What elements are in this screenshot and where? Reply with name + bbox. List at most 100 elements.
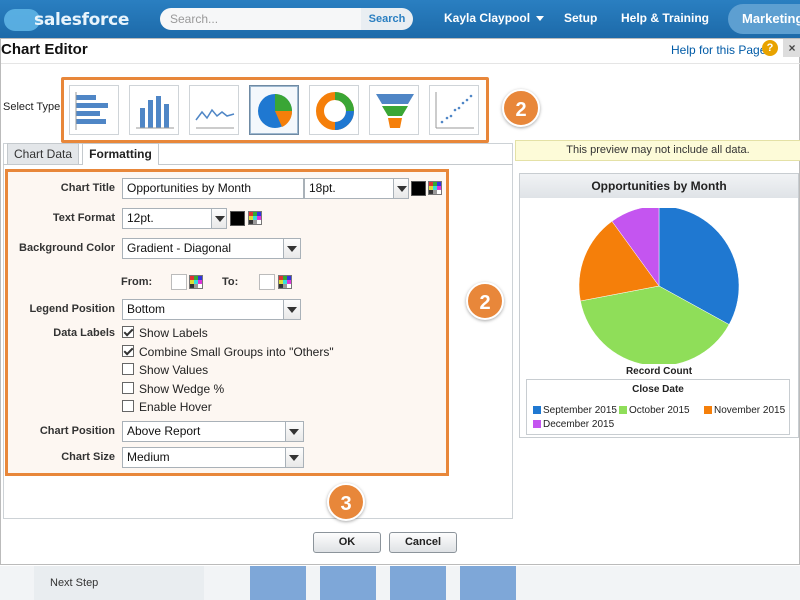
- show-values-checkbox[interactable]: [122, 363, 134, 375]
- text-color-swatch[interactable]: [230, 211, 245, 226]
- search-button[interactable]: Search: [361, 8, 413, 30]
- donut-chart-icon: [316, 92, 354, 130]
- top-header-bar: salesforce Search... Search Kayla Claypo…: [0, 0, 800, 38]
- chart-type-horizontal-bar[interactable]: [69, 85, 119, 135]
- color-picker-icon[interactable]: [248, 211, 262, 225]
- chart-title-input[interactable]: Opportunities by Month: [122, 178, 304, 199]
- chart-title-label: Chart Title: [60, 182, 115, 194]
- step-callout-format: 2: [466, 282, 504, 320]
- show-values-label: Show Values: [139, 363, 209, 377]
- scatter-chart-icon: [435, 92, 474, 129]
- legend-position-select[interactable]: Bottom: [122, 299, 284, 320]
- enable-hover-label: Enable Hover: [139, 400, 212, 414]
- line-chart-icon: [195, 108, 235, 129]
- background-color-dropdown[interactable]: [283, 238, 301, 259]
- chart-type-vertical-bar[interactable]: [129, 85, 179, 135]
- show-labels-checkbox[interactable]: [122, 326, 134, 338]
- combine-small-groups-checkbox[interactable]: [122, 345, 134, 357]
- background-color-label: Background Color: [19, 242, 115, 254]
- legend-item: November 2015: [704, 405, 785, 416]
- measure-label: Record Count: [625, 366, 693, 377]
- chart-type-line[interactable]: [189, 85, 239, 135]
- user-name: Kayla Claypool: [444, 11, 531, 25]
- logo-text: salesforce: [34, 10, 130, 30]
- setup-link[interactable]: Setup: [564, 11, 597, 25]
- text-format-select[interactable]: 12pt.: [122, 208, 212, 229]
- title-color-swatch[interactable]: [411, 181, 426, 196]
- legend-item: December 2015: [533, 419, 614, 430]
- background-chart-bar: [460, 566, 516, 600]
- chart-type-pie[interactable]: [249, 85, 299, 135]
- chart-legend: Close Date September 2015 October 2015 Nov…: [526, 379, 790, 435]
- background-chart-bar: [250, 566, 306, 600]
- legend-swatch: [704, 406, 712, 415]
- divider: [1, 63, 800, 64]
- legend-item: October 2015: [619, 405, 690, 416]
- color-picker-icon[interactable]: [278, 275, 292, 289]
- chart-position-select[interactable]: Above Report: [122, 421, 286, 442]
- background-color-select[interactable]: Gradient - Diagonal: [122, 238, 284, 259]
- help-icon[interactable]: ?: [762, 40, 778, 56]
- legend-label: October 2015: [629, 405, 690, 416]
- preview-chart-title: Opportunities by Month: [520, 174, 798, 198]
- show-wedge-percent-checkbox[interactable]: [122, 382, 134, 394]
- chart-title-size-select[interactable]: 18pt.: [304, 178, 394, 199]
- show-labels-label: Show Labels: [139, 326, 208, 340]
- tab-formatting[interactable]: Formatting: [82, 143, 159, 165]
- from-color-swatch[interactable]: [171, 274, 187, 290]
- chart-size-label: Chart Size: [61, 451, 115, 463]
- horizontal-bar-chart-icon: [75, 92, 108, 130]
- search-input[interactable]: Search...: [160, 8, 362, 30]
- chart-position-label: Chart Position: [39, 425, 115, 437]
- chart-title-size-dropdown[interactable]: [393, 178, 409, 199]
- step-callout-type: 2: [502, 89, 540, 127]
- background-chart-bar: [390, 566, 446, 600]
- help-for-this-page-link[interactable]: Help for this Page: [671, 43, 766, 57]
- legend-label: November 2015: [714, 405, 786, 416]
- chart-position-dropdown[interactable]: [285, 421, 304, 442]
- ok-button[interactable]: OK: [313, 532, 381, 553]
- legend-position-dropdown[interactable]: [283, 299, 301, 320]
- background-chart-bar: [320, 566, 376, 600]
- tab-divider: [3, 164, 513, 165]
- chart-size-select[interactable]: Medium: [122, 447, 286, 468]
- legend-position-label: Legend Position: [29, 303, 115, 315]
- legend-label: September 2015: [543, 405, 617, 416]
- pie-chart-icon: [258, 94, 293, 128]
- from-label: From:: [121, 276, 153, 288]
- text-format-dropdown[interactable]: [211, 208, 227, 229]
- to-color-swatch[interactable]: [259, 274, 275, 290]
- formatting-options-highlight: Chart Title Opportunities by Month 18pt.…: [5, 169, 449, 476]
- enable-hover-checkbox[interactable]: [122, 400, 134, 412]
- to-label: To:: [222, 276, 239, 288]
- text-format-label: Text Format: [52, 212, 115, 224]
- legend-swatch: [533, 420, 541, 429]
- step-callout-ok: 3: [327, 483, 365, 521]
- help-training-link[interactable]: Help & Training: [621, 11, 709, 25]
- chart-preview: Opportunities by Month Record Count Clos…: [519, 173, 799, 438]
- chart-editor-dialog: Chart Editor Help for this Page ? × Sele…: [0, 38, 800, 565]
- pie-chart: [578, 208, 740, 364]
- legend-item: September 2015: [533, 405, 617, 416]
- show-wedge-percent-label: Show Wedge %: [139, 382, 225, 396]
- color-picker-icon[interactable]: [428, 181, 442, 195]
- chart-size-dropdown[interactable]: [285, 447, 304, 468]
- salesforce-logo[interactable]: salesforce: [4, 7, 129, 33]
- user-menu[interactable]: Kayla Claypool: [444, 11, 545, 25]
- chart-type-funnel[interactable]: [369, 85, 419, 135]
- legend-title: Close Date: [632, 384, 684, 395]
- select-type-label: Select Type: [3, 101, 61, 113]
- legend-swatch: [619, 406, 627, 415]
- preview-notice: This preview may not include all data.: [515, 140, 800, 161]
- funnel-chart-icon: [376, 94, 414, 128]
- color-picker-icon[interactable]: [189, 275, 203, 289]
- chart-type-scatter[interactable]: [429, 85, 479, 135]
- tab-chart-data[interactable]: Chart Data: [7, 143, 79, 164]
- chart-type-donut[interactable]: [309, 85, 359, 135]
- close-icon[interactable]: ×: [783, 39, 800, 57]
- app-switcher[interactable]: Marketing: [728, 4, 800, 34]
- next-step-label: Next Step: [50, 577, 99, 589]
- vertical-bar-chart-icon: [136, 96, 174, 129]
- combine-small-groups-label: Combine Small Groups into "Others": [139, 345, 334, 359]
- cancel-button[interactable]: Cancel: [389, 532, 457, 553]
